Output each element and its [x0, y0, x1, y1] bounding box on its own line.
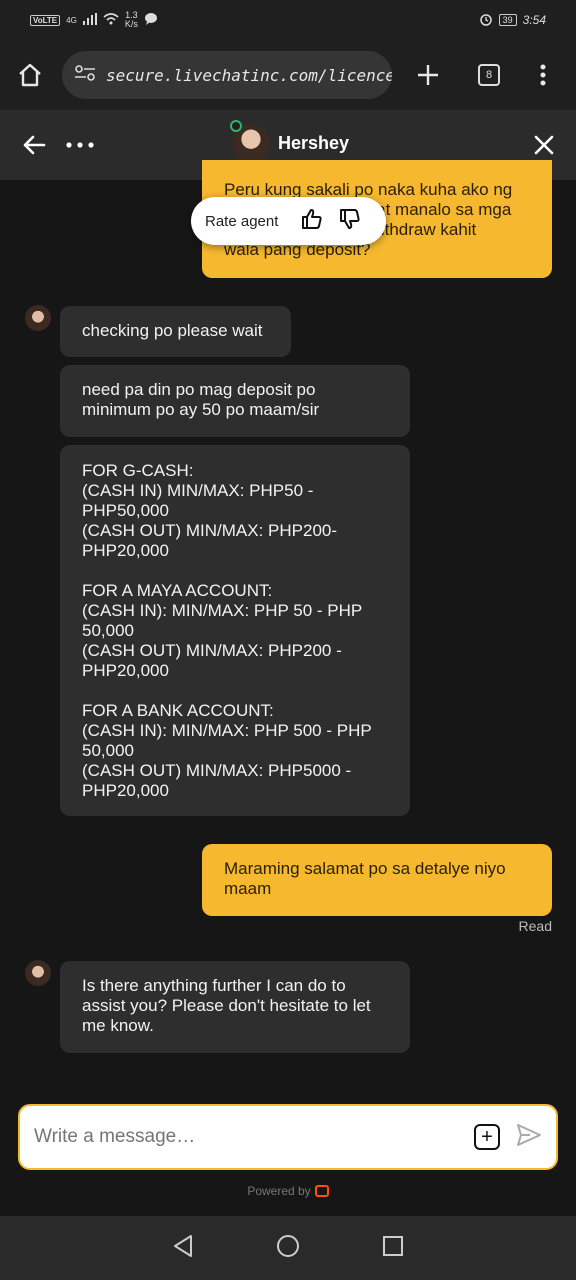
new-tab-icon[interactable] [416, 63, 440, 87]
send-icon[interactable] [516, 1123, 542, 1152]
signal-icon [82, 12, 97, 28]
thumbs-down-icon[interactable] [338, 207, 362, 236]
message-composer: + [18, 1104, 558, 1170]
home-icon[interactable] [16, 61, 44, 89]
more-vertical-icon[interactable] [540, 64, 546, 86]
close-icon[interactable] [534, 135, 554, 155]
more-horizontal-icon[interactable] [66, 142, 94, 148]
agent-avatar [230, 120, 270, 162]
net-speed-unit: K/s [124, 19, 138, 29]
nav-recents-icon[interactable] [382, 1235, 404, 1262]
clock: 3:54 [522, 13, 546, 27]
tab-switcher-button[interactable]: 8 [478, 64, 500, 86]
back-arrow-icon[interactable] [22, 135, 46, 155]
volte-indicator: VoLTE [30, 14, 61, 26]
system-nav-bar [0, 1216, 576, 1280]
browser-toolbar: secure.livechatinc.com/licence/ 8 [0, 40, 576, 110]
agent-message: checking po please wait [60, 306, 291, 357]
agent-avatar-small [25, 305, 51, 331]
agent-name: Hershey [278, 132, 350, 153]
thumbs-up-icon[interactable] [300, 207, 324, 236]
agent-message: Is there anything further I can do to as… [60, 961, 410, 1053]
powered-by: Powered by [0, 1184, 576, 1198]
agent-info: Hershey [230, 120, 350, 162]
attach-plus-icon[interactable]: + [474, 1124, 500, 1150]
message-input[interactable] [34, 1126, 474, 1148]
agent-avatar-small [25, 960, 51, 986]
nav-back-icon[interactable] [172, 1234, 194, 1263]
powered-by-text: Powered by [247, 1184, 311, 1198]
read-receipt: Read [518, 918, 552, 934]
rate-agent-label: Rate agent [205, 212, 279, 230]
nav-home-icon[interactable] [276, 1234, 300, 1263]
wifi-icon [103, 12, 119, 28]
status-bar: VoLTE 4G 1.3 K/s 39 3:54 [0, 0, 576, 40]
livechat-logo-icon [314, 1185, 329, 1197]
address-bar[interactable]: secure.livechatinc.com/licence/ [62, 51, 392, 99]
rate-agent-popup: Rate agent [191, 197, 386, 245]
agent-message: need pa din po mag deposit po minimum po… [60, 365, 410, 437]
agent-message: FOR G-CASH: (CASH IN) MIN/MAX: PHP50 - P… [60, 445, 410, 816]
url-text: secure.livechatinc.com/licence/ [106, 65, 392, 85]
tab-count: 8 [478, 64, 500, 86]
online-status-dot [230, 120, 242, 132]
battery-icon: 39 [498, 14, 517, 26]
site-settings-icon[interactable] [74, 64, 96, 87]
visitor-message: Maraming salamat po sa detalye niyo maam [202, 844, 552, 916]
net-speed: 1.3 K/s [125, 11, 138, 29]
signal-type: 4G [66, 15, 77, 25]
chat-notification-icon [144, 12, 158, 29]
alarm-icon [479, 12, 493, 29]
